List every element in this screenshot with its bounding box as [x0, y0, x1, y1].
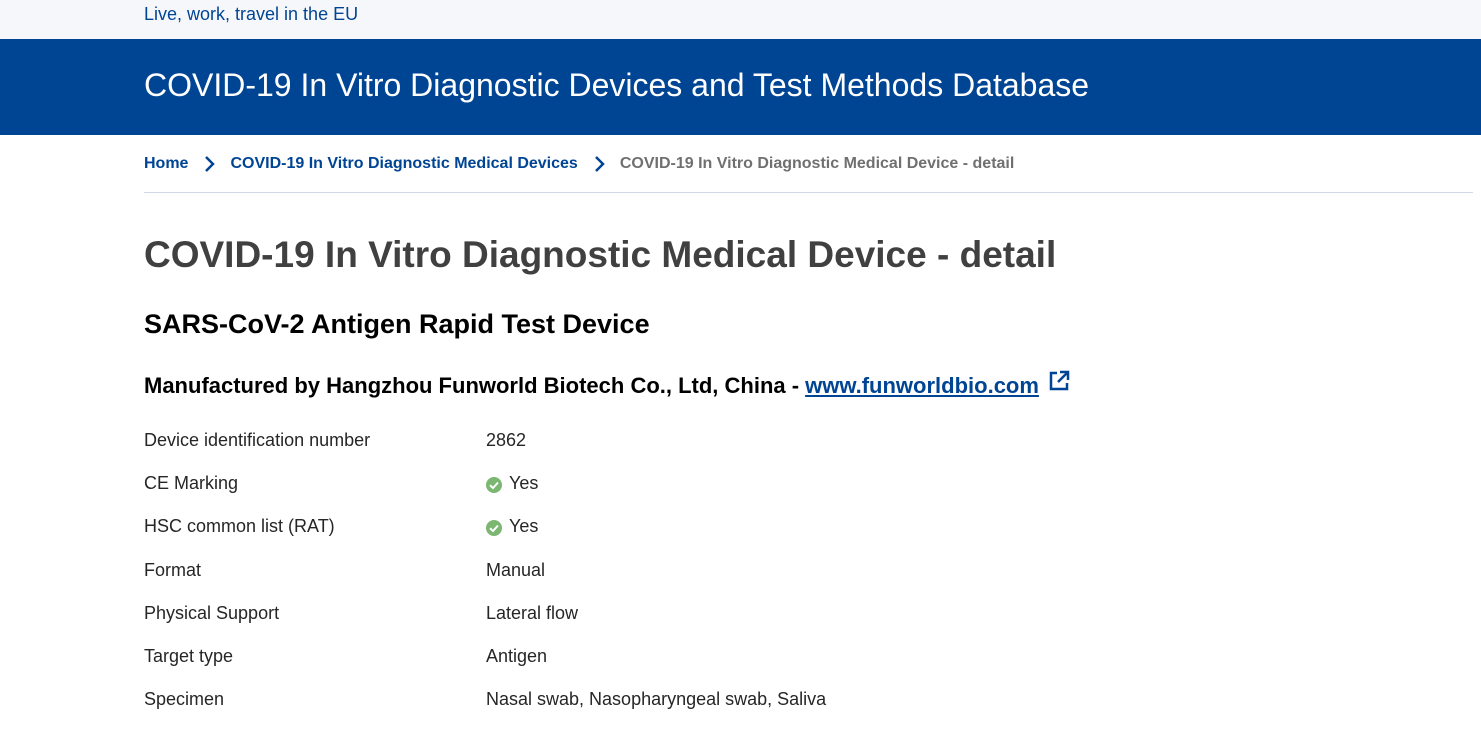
- detail-label: Physical Support: [144, 602, 280, 623]
- chevron-right-icon: [588, 154, 612, 174]
- external-link-icon[interactable]: [1047, 369, 1071, 393]
- site-banner: COVID-19 In Vitro Diagnostic Devices and…: [0, 39, 1481, 135]
- detail-label: Specimen: [144, 689, 225, 710]
- breadcrumb: Home COVID-19 In Vitro Diagnostic Medica…: [144, 152, 1014, 176]
- manufacturer-website-link[interactable]: www.funworldbio.com: [805, 373, 1039, 399]
- detail-row: Specimen Nasal swab, Nasopharyngeal swab…: [144, 689, 1044, 732]
- breadcrumb-current: COVID-19 In Vitro Diagnostic Medical Dev…: [619, 155, 1015, 172]
- detail-value: Yes: [486, 516, 538, 537]
- detail-label: Format: [144, 559, 202, 580]
- detail-value: Antigen: [486, 646, 547, 667]
- device-name: SARS-CoV-2 Antigen Rapid Test Device: [144, 309, 650, 339]
- detail-label: CE Marking: [144, 473, 239, 494]
- live-work-travel-link[interactable]: Live, work, travel in the EU: [144, 4, 358, 25]
- detail-label: HSC common list (RAT): [144, 516, 335, 537]
- detail-label: Device identification number: [144, 430, 371, 450]
- detail-value-text: Nasal swab, Nasopharyngeal swab, Saliva: [486, 689, 827, 710]
- device-details: Device identification number 2862 CE Mar…: [144, 430, 1044, 732]
- detail-value-text: Yes: [509, 516, 539, 537]
- detail-value: Manual: [486, 560, 545, 581]
- detail-label: Target type: [144, 645, 234, 666]
- detail-row: Physical Support Lateral flow: [144, 603, 1044, 646]
- check-circle-icon: [486, 519, 502, 536]
- detail-value: Lateral flow: [486, 603, 578, 624]
- detail-value: Yes: [486, 473, 538, 494]
- manufacturer-text: Manufactured by Hangzhou Funworld Biotec…: [144, 373, 800, 398]
- breadcrumb-divider: [144, 192, 1473, 193]
- detail-value-text: 2862: [486, 430, 527, 450]
- detail-row: Device identification number 2862: [144, 430, 1044, 473]
- detail-value-text: Antigen: [486, 645, 548, 666]
- detail-value: Nasal swab, Nasopharyngeal swab, Saliva: [486, 689, 826, 710]
- site-title: COVID-19 In Vitro Diagnostic Devices and…: [144, 67, 1090, 103]
- detail-row: HSC common list (RAT) Yes: [144, 516, 1044, 559]
- detail-row: Format Manual: [144, 560, 1044, 603]
- detail-value-text: Lateral flow: [486, 602, 579, 623]
- detail-value-text: Manual: [486, 559, 546, 580]
- detail-row: CE Marking Yes: [144, 473, 1044, 516]
- manufacturer-line: Manufactured by Hangzhou Funworld Biotec…: [144, 370, 1071, 399]
- check-circle-icon: [486, 476, 502, 493]
- detail-value-text: Yes: [509, 473, 539, 494]
- breadcrumb-home[interactable]: Home: [144, 155, 188, 173]
- top-bar: Live, work, travel in the EU: [0, 0, 1481, 39]
- detail-row: Target type Antigen: [144, 646, 1044, 689]
- chevron-right-icon: [198, 154, 222, 174]
- detail-value: 2862: [486, 430, 526, 451]
- breadcrumb-devices[interactable]: COVID-19 In Vitro Diagnostic Medical Dev…: [230, 155, 577, 173]
- page-title: COVID-19 In Vitro Diagnostic Medical Dev…: [144, 234, 1057, 275]
